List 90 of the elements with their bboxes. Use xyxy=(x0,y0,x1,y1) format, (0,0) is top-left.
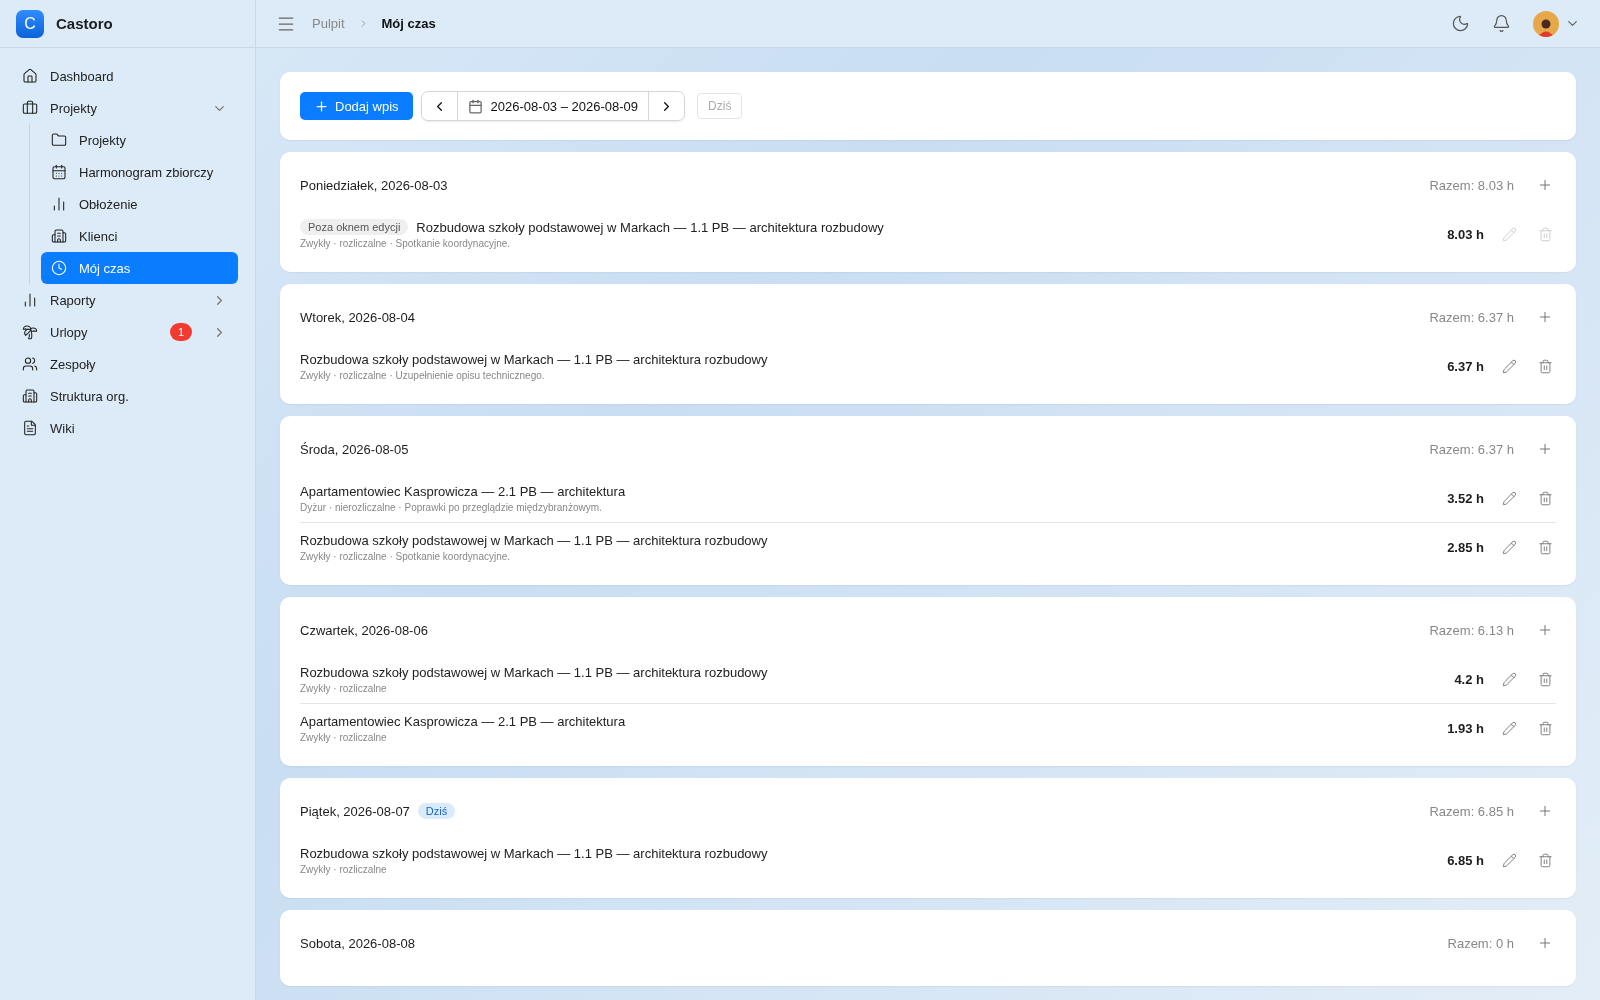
status-tag: Poza oknem edycji xyxy=(300,219,409,235)
day-title: Poniedziałek, 2026-08-03 xyxy=(300,177,448,193)
folder-icon xyxy=(51,132,67,148)
trash-icon xyxy=(1537,852,1553,868)
sidebar-item[interactable]: Raporty xyxy=(22,284,227,316)
breadcrumb-item: Mój czas xyxy=(381,16,436,31)
plus-icon xyxy=(314,98,329,114)
pencil-icon xyxy=(1501,226,1517,242)
date-range-button[interactable]: 2026-08-03 – 2026-08-09 xyxy=(456,92,649,120)
plus-icon xyxy=(1537,622,1553,638)
clock-icon xyxy=(51,260,67,276)
count-badge: 1 xyxy=(170,323,192,341)
pencil-icon xyxy=(1501,358,1517,374)
entry-hours: 2.85 h xyxy=(1447,539,1484,555)
users-icon xyxy=(22,356,38,372)
trash-icon xyxy=(1537,539,1553,555)
sidebar-item[interactable]: Obłożenie xyxy=(41,188,238,220)
entry-details: Zwykły · rozliczalne xyxy=(300,682,388,694)
sidebar-item[interactable]: Dashboard xyxy=(22,60,227,92)
pencil-icon xyxy=(1501,539,1517,555)
document-icon xyxy=(22,420,38,436)
entry-hours: 1.93 h xyxy=(1447,720,1484,736)
entry-details: Zwykły · rozliczalne xyxy=(300,863,388,875)
pencil-icon xyxy=(1501,852,1517,868)
sidebar-item[interactable]: Harmonogram zbiorczy xyxy=(41,156,238,188)
plus-icon xyxy=(1537,803,1553,819)
entry-title: Apartamentowiec Kasprowicza — 2.1 PB — architektura xyxy=(300,713,626,729)
day-total: Razem: 6.37 h xyxy=(1429,309,1514,325)
sidebar-item[interactable]: Projekty xyxy=(22,92,227,124)
avatar[interactable] xyxy=(1533,10,1559,37)
entry-title: Rozbudowa szkoły podstawowej w Markach — 1.1 PB — architektura rozbudowy xyxy=(300,845,768,861)
day-total: Razem: 6.85 h xyxy=(1429,803,1514,819)
pencil-icon xyxy=(1501,490,1517,506)
bar-chart-icon xyxy=(51,196,67,212)
entry-hours: 6.85 h xyxy=(1447,852,1484,868)
trash-icon xyxy=(1537,226,1553,242)
app-name: Castoro xyxy=(56,15,113,32)
sidebar-item[interactable]: Wiki xyxy=(22,412,227,444)
bar-chart-icon xyxy=(22,292,38,308)
trash-icon xyxy=(1537,671,1553,687)
entry-hours: 6.37 h xyxy=(1447,358,1484,374)
day-title: Piątek, 2026-08-07 xyxy=(300,803,410,819)
entry-title: Rozbudowa szkoły podstawowej w Markach — 1.1 PB — architektura rozbudowy xyxy=(300,532,768,548)
day-title: Wtorek, 2026-08-04 xyxy=(300,309,415,325)
building-icon xyxy=(51,228,67,244)
entry-details: Zwykły · rozliczalne · Spotkanie koordynacyjne. xyxy=(300,238,512,249)
calendar-icon xyxy=(467,98,483,114)
house-icon xyxy=(22,68,38,84)
pencil-icon xyxy=(1501,671,1517,687)
sidebar-item[interactable]: Klienci xyxy=(41,220,238,252)
entry-title: Apartamentowiec Kasprowicza — 2.1 PB — architektura xyxy=(300,483,626,499)
briefcase-icon xyxy=(22,100,38,116)
plus-icon xyxy=(1537,441,1553,457)
entry-hours: 8.03 h xyxy=(1447,226,1484,242)
plus-icon xyxy=(1537,177,1553,193)
trash-icon xyxy=(1537,358,1553,374)
day-total: Razem: 8.03 h xyxy=(1429,177,1514,193)
entry-hours: 4.2 h xyxy=(1454,671,1484,687)
day-title: Czwartek, 2026-08-06 xyxy=(300,622,428,638)
entry-hours: 3.52 h xyxy=(1447,490,1484,506)
moon-icon[interactable] xyxy=(1451,14,1470,33)
plus-icon xyxy=(1537,935,1553,951)
day-title: Środa, 2026-08-05 xyxy=(300,441,409,457)
today-badge: Dziś xyxy=(417,803,456,819)
logo: C xyxy=(16,9,44,38)
trash-icon xyxy=(1537,490,1553,506)
bell-icon[interactable] xyxy=(1492,14,1511,33)
sidebar-item[interactable]: Mój czas xyxy=(41,252,238,284)
day-total: Razem: 0 h xyxy=(1447,935,1514,951)
day-title: Sobota, 2026-08-08 xyxy=(300,935,415,951)
sidebar-item[interactable]: Urlopy 1 xyxy=(22,316,227,348)
entry-title: Rozbudowa szkoły podstawowej w Markach — 1.1 PB — architektura rozbudowy xyxy=(416,219,884,235)
plus-icon xyxy=(1537,309,1553,325)
day-total: Razem: 6.13 h xyxy=(1429,622,1514,638)
entry-details: Zwykły · rozliczalne · Uzupełnienie opisu technicznego. xyxy=(300,369,546,381)
entry-title: Rozbudowa szkoły podstawowej w Markach — 1.1 PB — architektura rozbudowy xyxy=(300,664,768,680)
sidebar-item[interactable]: Projekty xyxy=(41,124,238,156)
entry-title: Rozbudowa szkoły podstawowej w Markach — 1.1 PB — architektura rozbudowy xyxy=(300,351,768,367)
day-total: Razem: 6.37 h xyxy=(1429,441,1514,457)
entry-details: Zwykły · rozliczalne · Spotkanie koordynacyjne. xyxy=(300,550,512,562)
entry-details: Zwykły · rozliczalne xyxy=(300,731,388,743)
calendar-icon xyxy=(51,164,67,180)
palm-tree-icon xyxy=(22,324,38,340)
sidebar-item[interactable]: Struktura org. xyxy=(22,380,227,412)
add-entry-button[interactable]: Dodaj wpis xyxy=(300,92,413,120)
sidebar-item[interactable]: Zespoły xyxy=(22,348,227,380)
entry-details: Dyżur · nierozliczalne · Poprawki po przeglądzie międzybranżowym. xyxy=(300,501,603,513)
building-icon xyxy=(22,388,38,404)
trash-icon xyxy=(1537,720,1553,736)
pencil-icon xyxy=(1501,720,1517,736)
